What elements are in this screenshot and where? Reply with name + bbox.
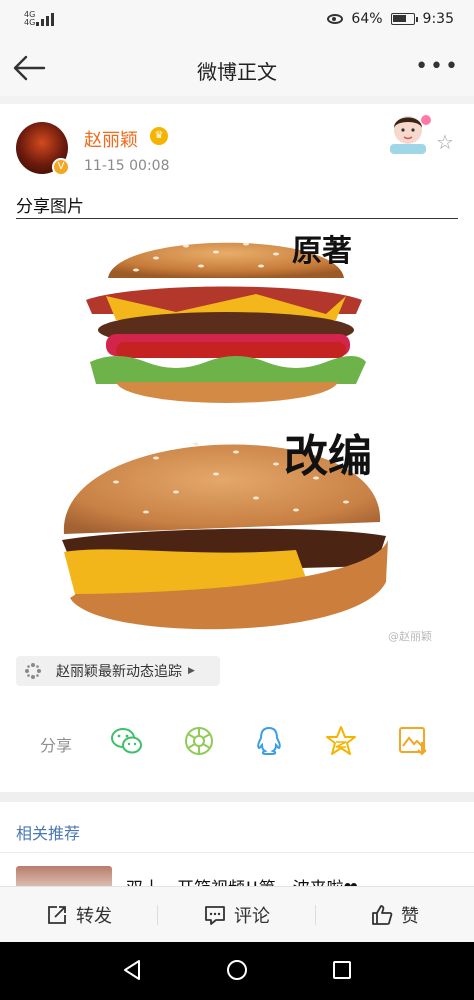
section-separator: [0, 792, 474, 802]
comment-icon: [205, 906, 225, 925]
like-button[interactable]: 赞: [316, 887, 474, 943]
nav-bar: 微博正文 •••: [0, 40, 474, 96]
signal-icon: [36, 12, 54, 26]
username[interactable]: 赵丽颖: [84, 126, 138, 152]
system-nav-bar: [0, 942, 474, 1000]
profile-decoration-icon: [390, 115, 431, 154]
repost-icon: [48, 906, 66, 924]
image-label-top: 原著: [292, 234, 352, 269]
repost-label: 转发: [76, 906, 112, 927]
wechat-icon[interactable]: [110, 724, 144, 758]
follow-star-icon[interactable]: ☆: [436, 130, 454, 154]
divider: [16, 218, 458, 219]
vip-crown-icon: ♛: [150, 127, 168, 145]
more-icon[interactable]: •••: [415, 54, 460, 79]
post-card: V 赵丽颖 ♛ 11-15 00:08 ☆ 分享图片 原著 改编 @赵丽颖 赵丽…: [0, 104, 474, 792]
image-label-bottom: 改编: [284, 431, 372, 482]
system-home-icon[interactable]: [225, 958, 249, 982]
qq-icon[interactable]: [252, 724, 286, 758]
save-album-icon[interactable]: [396, 724, 430, 758]
divider: [0, 852, 474, 853]
eye-comfort-icon: [327, 14, 344, 24]
thumbs-up-icon: [372, 905, 393, 925]
comment-button[interactable]: 评论: [158, 887, 316, 943]
share-label: 分享: [40, 736, 73, 755]
action-bar: 转发 评论 赞: [0, 886, 474, 942]
verified-badge-icon: V: [52, 158, 70, 176]
chevron-right-icon: ▶: [188, 666, 195, 676]
system-back-icon[interactable]: [120, 958, 144, 982]
topic-label: 赵丽颖最新动态追踪: [56, 664, 182, 680]
clock: 9:35: [422, 11, 454, 27]
status-right: 64% 9:35: [327, 11, 454, 27]
page-title: 微博正文: [197, 60, 277, 84]
network-type: 4G 4G: [24, 10, 36, 27]
battery-percent: 64%: [351, 11, 383, 27]
post-time: 11-15 00:08: [84, 158, 170, 174]
moments-icon[interactable]: [182, 724, 216, 758]
sparkle-icon: [25, 663, 41, 679]
battery-icon: [390, 13, 418, 25]
repost-button[interactable]: 转发: [0, 887, 158, 943]
qzone-star-icon[interactable]: [324, 724, 358, 758]
topic-chip[interactable]: 赵丽颖最新动态追踪 ▶: [16, 656, 220, 686]
system-recents-icon[interactable]: [330, 958, 354, 982]
related-section: 相关推荐 双十一开箱视频!!第一波来啦❤: [0, 802, 474, 892]
comment-label: 评论: [234, 906, 270, 927]
status-bar: 4G 4G 64% 9:35: [0, 0, 474, 40]
watermark: @赵丽颖: [388, 630, 432, 643]
related-heading: 相关推荐: [16, 824, 81, 843]
avatar[interactable]: V: [16, 122, 70, 176]
post-text: 分享图片: [16, 197, 84, 217]
share-row: 分享: [0, 724, 474, 760]
like-label: 赞: [401, 906, 419, 927]
